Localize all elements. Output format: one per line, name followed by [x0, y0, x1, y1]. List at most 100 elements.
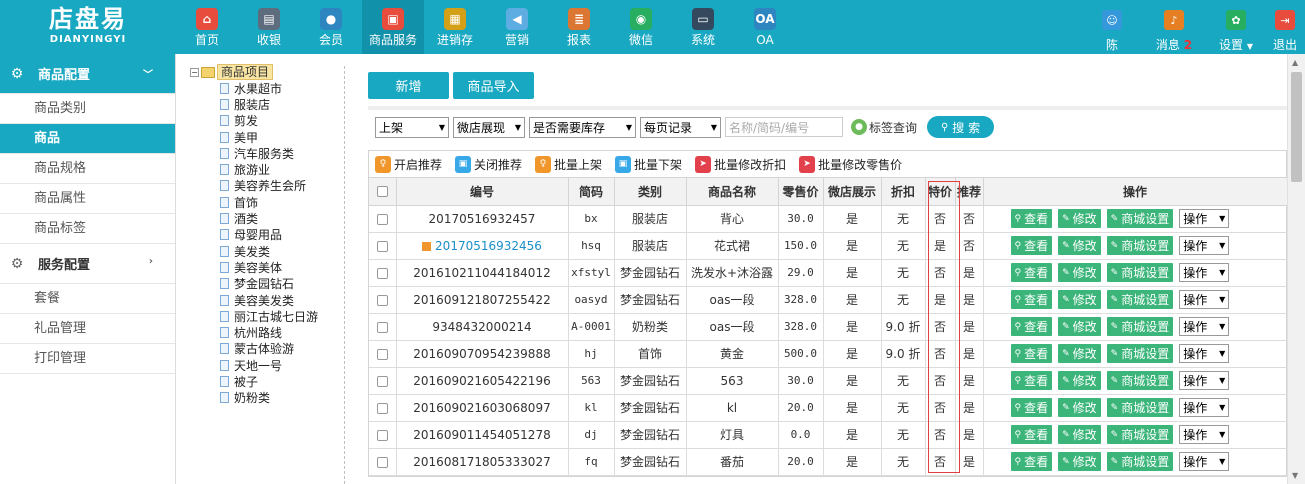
- user-menu[interactable]: ☺ 陈: [1083, 0, 1141, 54]
- batch-action-2[interactable]: ♀ 批量上架: [535, 155, 602, 173]
- mall-settings-button[interactable]: ✎ 商城设置: [1106, 317, 1174, 336]
- tree-node[interactable]: 美甲: [220, 129, 346, 145]
- tree-node[interactable]: 丽江古城七日游: [220, 308, 346, 324]
- row-checkbox[interactable]: [376, 456, 388, 468]
- mall-settings-button[interactable]: ✎ 商城设置: [1106, 371, 1174, 390]
- tree-node[interactable]: 首饰: [220, 194, 346, 210]
- row-checkbox[interactable]: [376, 375, 388, 387]
- add-button[interactable]: 新增: [368, 72, 449, 99]
- sidebar-group-goods-config[interactable]: ⚙ 商品配置 ﹀: [0, 54, 175, 94]
- nav-item-4[interactable]: ▦ 进销存: [424, 0, 486, 54]
- edit-button[interactable]: ✎ 修改: [1058, 263, 1101, 282]
- tag-query-button[interactable]: ● 标签查询: [851, 119, 917, 136]
- operations-select[interactable]: 操作 ▼: [1179, 317, 1230, 336]
- view-button[interactable]: ⚲ 查看: [1010, 317, 1053, 336]
- logo[interactable]: 店盘易 DIANYINGYI: [0, 0, 176, 54]
- sidebar-item[interactable]: 商品标签: [0, 214, 175, 244]
- vertical-scrollbar[interactable]: ▲ ▼: [1287, 54, 1305, 484]
- settings-menu[interactable]: ✿ 设置 ▼: [1207, 0, 1265, 54]
- sidebar-item[interactable]: 套餐: [0, 284, 175, 314]
- batch-action-0[interactable]: ♀ 开启推荐: [375, 155, 442, 173]
- tree-node[interactable]: 母婴用品: [220, 227, 346, 243]
- tree-node[interactable]: 美容养生会所: [220, 178, 346, 194]
- tree-node[interactable]: 梦金园钻石: [220, 276, 346, 292]
- operations-select[interactable]: 操作 ▼: [1179, 263, 1230, 282]
- edit-button[interactable]: ✎ 修改: [1058, 344, 1101, 363]
- row-checkbox[interactable]: [376, 402, 388, 414]
- mall-settings-button[interactable]: ✎ 商城设置: [1106, 290, 1174, 309]
- view-button[interactable]: ⚲ 查看: [1010, 371, 1053, 390]
- tree-node[interactable]: 奶粉类: [220, 390, 346, 406]
- sidebar-group-service-config[interactable]: ⚙ 服务配置 ›: [0, 244, 175, 284]
- search-button[interactable]: ⚲ 搜 索: [927, 116, 995, 138]
- edit-button[interactable]: ✎ 修改: [1058, 371, 1101, 390]
- edit-button[interactable]: ✎ 修改: [1058, 209, 1101, 228]
- sidebar-item[interactable]: 打印管理: [0, 344, 175, 374]
- edit-button[interactable]: ✎ 修改: [1058, 452, 1101, 471]
- sidebar-item[interactable]: 礼品管理: [0, 314, 175, 344]
- batch-action-1[interactable]: ▣ 关闭推荐: [455, 155, 522, 173]
- sidebar-item[interactable]: 商品属性: [0, 184, 175, 214]
- view-button[interactable]: ⚲ 查看: [1010, 425, 1053, 444]
- view-button[interactable]: ⚲ 查看: [1010, 209, 1053, 228]
- sidebar-item[interactable]: 商品类别: [0, 94, 175, 124]
- row-checkbox[interactable]: [376, 294, 388, 306]
- view-button[interactable]: ⚲ 查看: [1010, 398, 1053, 417]
- view-button[interactable]: ⚲ 查看: [1010, 344, 1053, 363]
- nav-item-9[interactable]: OA OA: [734, 0, 796, 54]
- scroll-up-icon[interactable]: ▲: [1292, 58, 1298, 67]
- view-button[interactable]: ⚲ 查看: [1010, 236, 1053, 255]
- view-button[interactable]: ⚲ 查看: [1010, 263, 1053, 282]
- mall-settings-button[interactable]: ✎ 商城设置: [1106, 236, 1174, 255]
- operations-select[interactable]: 操作 ▼: [1179, 236, 1230, 255]
- batch-action-5[interactable]: ➤ 批量修改零售价: [799, 155, 902, 173]
- row-checkbox[interactable]: [376, 213, 388, 225]
- nav-item-1[interactable]: ▤ 收银: [238, 0, 300, 54]
- display-select[interactable]: 微店展现 ▼: [453, 116, 525, 138]
- sidebar-item[interactable]: 商品: [0, 124, 175, 154]
- scrollbar-thumb[interactable]: [1291, 72, 1302, 182]
- edit-button[interactable]: ✎ 修改: [1058, 425, 1101, 444]
- mall-settings-button[interactable]: ✎ 商城设置: [1106, 209, 1174, 228]
- nav-item-2[interactable]: ● 会员: [300, 0, 362, 54]
- tree-node[interactable]: 美容美发类: [220, 292, 346, 308]
- logout-button[interactable]: ⇥ 退出: [1265, 0, 1305, 54]
- status-select[interactable]: 上架 ▼: [375, 116, 449, 138]
- nav-item-7[interactable]: ◉ 微信: [610, 0, 672, 54]
- tree-node[interactable]: 杭州路线: [220, 324, 346, 340]
- sidebar-item[interactable]: 商品规格: [0, 154, 175, 184]
- edit-button[interactable]: ✎ 修改: [1058, 317, 1101, 336]
- operations-select[interactable]: 操作 ▼: [1179, 371, 1230, 390]
- row-checkbox[interactable]: [376, 267, 388, 279]
- select-all-checkbox[interactable]: [376, 186, 388, 198]
- tree-node[interactable]: 蒙古体验游: [220, 341, 346, 357]
- view-button[interactable]: ⚲ 查看: [1010, 290, 1053, 309]
- messages-menu[interactable]: ♪ 消息 2: [1141, 0, 1207, 54]
- nav-item-3[interactable]: ▣ 商品服务: [362, 0, 424, 54]
- nav-item-0[interactable]: ⌂ 首页: [176, 0, 238, 54]
- edit-button[interactable]: ✎ 修改: [1058, 398, 1101, 417]
- tree-node[interactable]: 服装店: [220, 96, 346, 112]
- tree-node[interactable]: 水果超市: [220, 80, 346, 96]
- tree-root[interactable]: − 商品项目: [190, 64, 346, 80]
- nav-item-6[interactable]: ≣ 报表: [548, 0, 610, 54]
- operations-select[interactable]: 操作 ▼: [1179, 344, 1230, 363]
- tree-node[interactable]: 旅游业: [220, 161, 346, 177]
- search-input[interactable]: 名称/简码/编号: [725, 117, 843, 137]
- row-checkbox[interactable]: [376, 321, 388, 333]
- mall-settings-button[interactable]: ✎ 商城设置: [1106, 263, 1174, 282]
- batch-action-3[interactable]: ▣ 批量下架: [615, 155, 682, 173]
- operations-select[interactable]: 操作 ▼: [1179, 398, 1230, 417]
- tree-node[interactable]: 美发类: [220, 243, 346, 259]
- code-link[interactable]: 20170516932456: [435, 239, 542, 253]
- operations-select[interactable]: 操作 ▼: [1179, 452, 1230, 471]
- nav-item-8[interactable]: ▭ 系统: [672, 0, 734, 54]
- view-button[interactable]: ⚲ 查看: [1010, 452, 1053, 471]
- expand-icon[interactable]: [422, 241, 432, 251]
- operations-select[interactable]: 操作 ▼: [1179, 209, 1230, 228]
- row-checkbox[interactable]: [376, 429, 388, 441]
- tree-node[interactable]: 酒类: [220, 210, 346, 226]
- mall-settings-button[interactable]: ✎ 商城设置: [1106, 452, 1174, 471]
- row-checkbox[interactable]: [376, 348, 388, 360]
- operations-select[interactable]: 操作 ▼: [1179, 425, 1230, 444]
